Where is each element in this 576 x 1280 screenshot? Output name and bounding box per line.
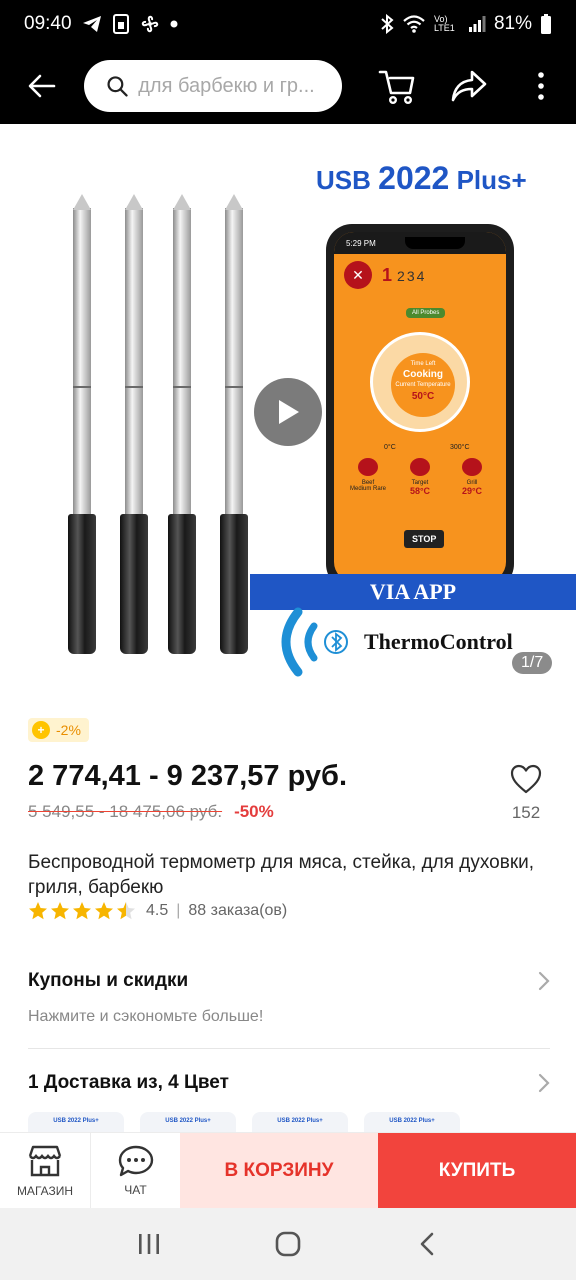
- battery-percent: 81%: [493, 13, 532, 34]
- chat-icon: [118, 1145, 153, 1177]
- star-icon: [51, 902, 69, 920]
- store-icon: [28, 1145, 62, 1177]
- recent-apps-button[interactable]: [124, 1219, 174, 1269]
- telegram-icon: [82, 15, 102, 33]
- coupons-subtitle: Нажмите и сэкономьте больше!: [28, 1008, 264, 1025]
- battery-icon: [540, 14, 552, 34]
- bottom-action-bar: МАГАЗИН ЧАТ В КОРЗИНУ КУПИТЬ: [0, 1132, 576, 1209]
- product-title: Беспроводной термометр для мяса, стейка,…: [28, 852, 535, 898]
- delivery-section[interactable]: 1 Доставка из, 4 Цвет: [28, 1072, 550, 1094]
- color-variants: USB 2022 Plus+ USB 2022 Plus+ USB 2022 P…: [28, 1112, 460, 1134]
- chevron-right-icon: [538, 971, 550, 991]
- status-bar: 09:40 Vo) LTE1 81%: [0, 0, 576, 48]
- orders-count: 88 заказа(ов): [188, 902, 288, 919]
- coin-icon: +: [32, 721, 50, 739]
- add-to-cart-button[interactable]: В КОРЗИНУ: [180, 1133, 378, 1209]
- cart-icon: [378, 70, 415, 105]
- variant-thumbnail[interactable]: USB 2022 Plus+: [364, 1112, 460, 1134]
- brand-row: ThermoControl: [276, 602, 513, 682]
- heart-icon: [510, 764, 542, 794]
- star-half-icon: [117, 902, 135, 920]
- image-counter: 1/7: [512, 652, 553, 674]
- rating-stars: [28, 901, 136, 921]
- star-icon: [73, 902, 91, 920]
- search-icon: [107, 76, 128, 97]
- store-label: МАГАЗИН: [16, 1184, 74, 1198]
- buy-now-button[interactable]: КУПИТЬ: [378, 1133, 576, 1209]
- share-icon: [451, 70, 487, 102]
- play-video-button[interactable]: [254, 378, 322, 446]
- grill-icon: [462, 458, 482, 476]
- chat-label: ЧАТ: [124, 1183, 147, 1197]
- more-vertical-icon: [538, 72, 544, 100]
- notification-dot-icon: [170, 20, 178, 28]
- rating-row[interactable]: 4.5 | 88 заказа(ов): [28, 901, 287, 921]
- share-button[interactable]: [446, 63, 492, 109]
- chevron-right-icon: [538, 1073, 550, 1093]
- signal-icon: [468, 16, 486, 32]
- network-label: Vo) LTE1: [433, 14, 455, 33]
- wishlist-button[interactable]: 152: [504, 764, 548, 823]
- variant-thumbnail[interactable]: USB 2022 Plus+: [140, 1112, 236, 1134]
- star-icon: [29, 902, 47, 920]
- search-input[interactable]: [138, 74, 330, 98]
- price: 2 774,41 - 9 237,57 руб.: [28, 760, 348, 792]
- coupons-title: Купоны и скидки: [28, 970, 189, 991]
- delivery-title: 1 Доставка из, 4 Цвет: [28, 1072, 229, 1093]
- cart-button[interactable]: [374, 63, 420, 109]
- chevron-left-icon: [420, 1232, 433, 1256]
- status-time: 09:40: [24, 13, 72, 34]
- home-button[interactable]: [263, 1219, 313, 1269]
- recent-apps-icon: [139, 1234, 160, 1254]
- old-price: 5 549,55 - 18 475,06 руб.: [28, 802, 223, 821]
- rating-value: 4.5: [146, 902, 169, 919]
- home-icon: [275, 1231, 301, 1257]
- more-options-button[interactable]: [518, 63, 564, 109]
- play-icon: [279, 400, 299, 424]
- bluetooth-signal-icon: [281, 607, 348, 677]
- utensils-icon: ✕: [344, 261, 372, 289]
- coupons-section[interactable]: Купоны и скидки Нажмите и сэкономьте бол…: [28, 970, 550, 1026]
- promo-title: USB 2022 Plus+: [316, 160, 527, 196]
- sim-icon: [112, 14, 130, 34]
- chat-button[interactable]: ЧАТ: [90, 1133, 180, 1209]
- variant-thumbnail[interactable]: USB 2022 Plus+: [252, 1112, 348, 1134]
- brand-name: ThermoControl: [364, 629, 513, 654]
- back-nav-button[interactable]: [402, 1219, 452, 1269]
- coin-discount-badge: + -2%: [28, 718, 89, 742]
- wifi-icon: [402, 15, 426, 33]
- target-icon: [410, 458, 430, 476]
- star-icon: [95, 902, 113, 920]
- temperature-dial: Time Left Cooking Current Temperature 50…: [370, 332, 470, 432]
- back-button[interactable]: [0, 48, 84, 124]
- store-button[interactable]: МАГАЗИН: [0, 1133, 90, 1209]
- discount-percent: -50%: [234, 802, 274, 821]
- beef-icon: [358, 458, 378, 476]
- arrow-left-icon: [28, 74, 56, 98]
- top-navigation: [0, 48, 576, 124]
- phone-mockup: 5:29 PM ✕ 1 234 All Probes Time Left Coo…: [326, 224, 514, 590]
- product-image-gallery[interactable]: USB 2022 Plus+ 5:29 PM ✕ 1 234 All Probe…: [0, 124, 576, 702]
- divider: [28, 1048, 550, 1049]
- fan-icon: [140, 14, 160, 34]
- old-price-row: 5 549,55 - 18 475,06 руб. -50%: [28, 802, 274, 822]
- bluetooth-icon: [380, 14, 394, 34]
- wishlist-count: 152: [511, 803, 541, 822]
- system-navigation-bar: [0, 1208, 576, 1280]
- search-bar[interactable]: [84, 60, 342, 112]
- product-page: 09:40 Vo) LTE1 81% для барбекю и гр... U…: [0, 0, 576, 1280]
- variant-thumbnail[interactable]: USB 2022 Plus+: [28, 1112, 124, 1134]
